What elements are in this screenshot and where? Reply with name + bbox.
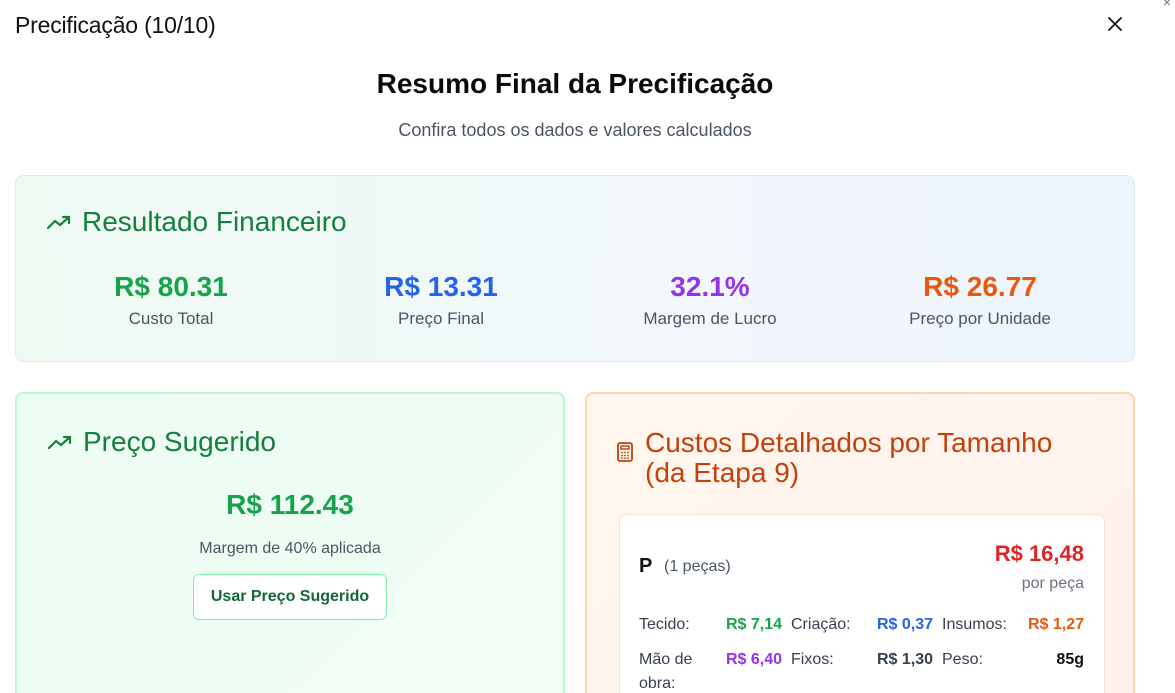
calculator-icon: [617, 442, 633, 462]
stat-value: 32.1%: [670, 271, 750, 302]
close-icon: [1108, 17, 1122, 31]
cost-value-labor: R$ 6,40: [725, 651, 782, 668]
cost-value-supplies: R$ 1,27: [1027, 616, 1084, 633]
cost-label-fabric: Tecido:: [639, 616, 690, 633]
stat-label: Margem de Lucro: [643, 309, 777, 328]
cost-label-labor: Mão de obra:: [639, 651, 693, 692]
suggested-price-title: Preço Sugerido: [83, 426, 277, 457]
stat-label: Preço por Unidade: [909, 309, 1051, 328]
window-close-icon[interactable]: ×: [1163, 0, 1171, 10]
stat-value: R$ 26.77: [923, 271, 1037, 302]
size-cost-card-p: P (1 peças) R$ 16,48 por peça Tecido: R$…: [619, 514, 1105, 693]
size-unit-label: por peça: [1021, 575, 1084, 592]
stat-value: R$ 13.31: [384, 271, 498, 302]
trending-up-icon: [47, 435, 72, 450]
stat-total-cost: R$ 80.31 Custo Total: [41, 271, 301, 329]
size-total-cost: R$ 16,48: [994, 541, 1084, 566]
suggested-price-heading: Preço Sugerido: [47, 426, 276, 458]
close-button[interactable]: [1103, 12, 1127, 36]
stat-label: Custo Total: [128, 309, 214, 328]
stat-final-price: R$ 13.31 Preço Final: [311, 271, 571, 329]
financial-result-card: Resultado Financeiro R$ 80.31 Custo Tota…: [15, 175, 1135, 362]
cost-value-fabric: R$ 7,14: [725, 616, 782, 633]
cost-value-creation: R$ 0,37: [876, 616, 933, 633]
stat-label: Preço Final: [398, 309, 484, 328]
detailed-costs-title-line1: Custos Detalhados por Tamanho: [645, 427, 1053, 458]
cost-value-fixed: R$ 1,30: [876, 651, 933, 668]
dialog-header: Precificação (10/10) ×: [0, 0, 1175, 56]
stat-value: R$ 80.31: [114, 271, 228, 302]
suggested-price-note: Margem de 40% aplicada: [199, 540, 381, 557]
financial-result-title: Resultado Financeiro: [82, 206, 347, 237]
suggested-price-card: Preço Sugerido R$ 112.43 Margem de 40% a…: [15, 392, 565, 693]
dialog-title: Precificação (10/10): [15, 12, 216, 38]
summary-subtitle: Confira todos os dados e valores calcula…: [398, 120, 752, 140]
detailed-costs-heading: Custos Detalhados por Tamanho (da Etapa …: [617, 428, 1117, 488]
use-suggested-price-button[interactable]: Usar Preço Sugerido: [193, 574, 387, 620]
stat-profit-margin: 32.1% Margem de Lucro: [580, 271, 840, 329]
cost-label-weight: Peso:: [942, 651, 983, 668]
detailed-costs-card: Custos Detalhados por Tamanho (da Etapa …: [585, 392, 1135, 693]
suggested-price-value: R$ 112.43: [226, 489, 354, 520]
cost-label-creation: Criação:: [791, 616, 851, 633]
detailed-costs-title-line2: (da Etapa 9): [645, 457, 800, 488]
summary-title: Resumo Final da Precificação: [376, 68, 774, 99]
size-piece-count: (1 peças): [664, 558, 731, 575]
size-name: P: [639, 555, 653, 577]
trending-up-icon: [46, 215, 71, 230]
detailed-costs-title: Custos Detalhados por Tamanho (da Etapa …: [645, 428, 1052, 488]
stat-unit-price: R$ 26.77 Preço por Unidade: [850, 271, 1110, 329]
cost-label-supplies: Insumos:: [942, 616, 1007, 633]
cost-value-weight: 85g: [1056, 651, 1084, 668]
financial-result-heading: Resultado Financeiro: [46, 206, 347, 238]
cost-label-fixed: Fixos:: [791, 651, 834, 668]
